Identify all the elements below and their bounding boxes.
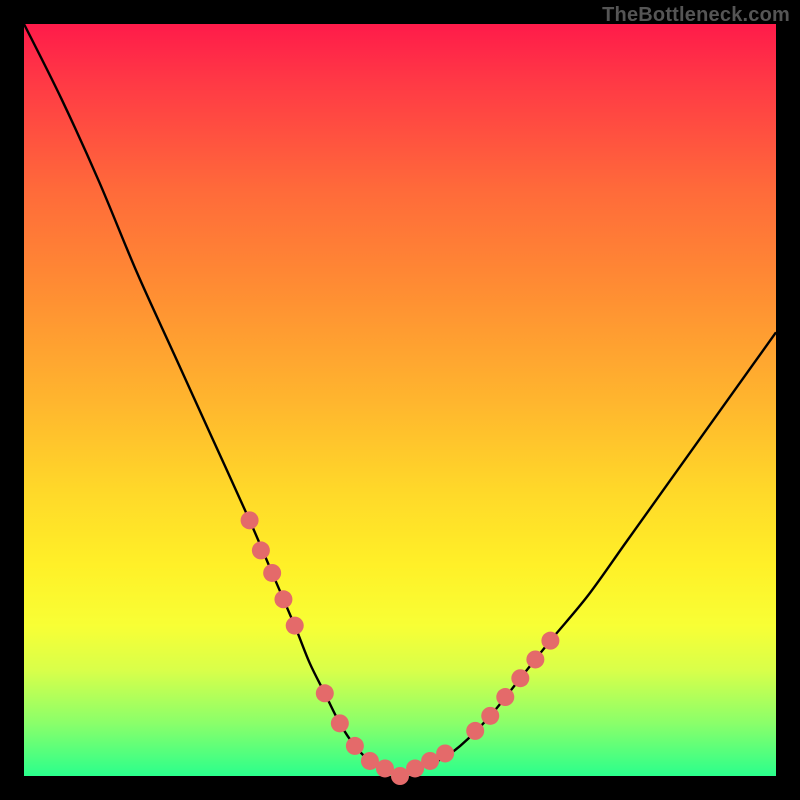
- data-point-marker: [274, 590, 292, 608]
- data-point-marker: [241, 511, 259, 529]
- data-point-marker: [436, 744, 454, 762]
- curve-markers: [241, 511, 560, 785]
- data-point-marker: [263, 564, 281, 582]
- data-point-marker: [481, 707, 499, 725]
- data-point-marker: [316, 684, 334, 702]
- data-point-marker: [511, 669, 529, 687]
- data-point-marker: [346, 737, 364, 755]
- chart-svg: [24, 24, 776, 776]
- data-point-marker: [496, 688, 514, 706]
- data-point-marker: [331, 714, 349, 732]
- data-point-marker: [286, 617, 304, 635]
- data-point-marker: [541, 632, 559, 650]
- bottleneck-curve: [24, 24, 776, 776]
- data-point-marker: [526, 650, 544, 668]
- data-point-marker: [466, 722, 484, 740]
- chart-plot-area: [24, 24, 776, 776]
- data-point-marker: [252, 541, 270, 559]
